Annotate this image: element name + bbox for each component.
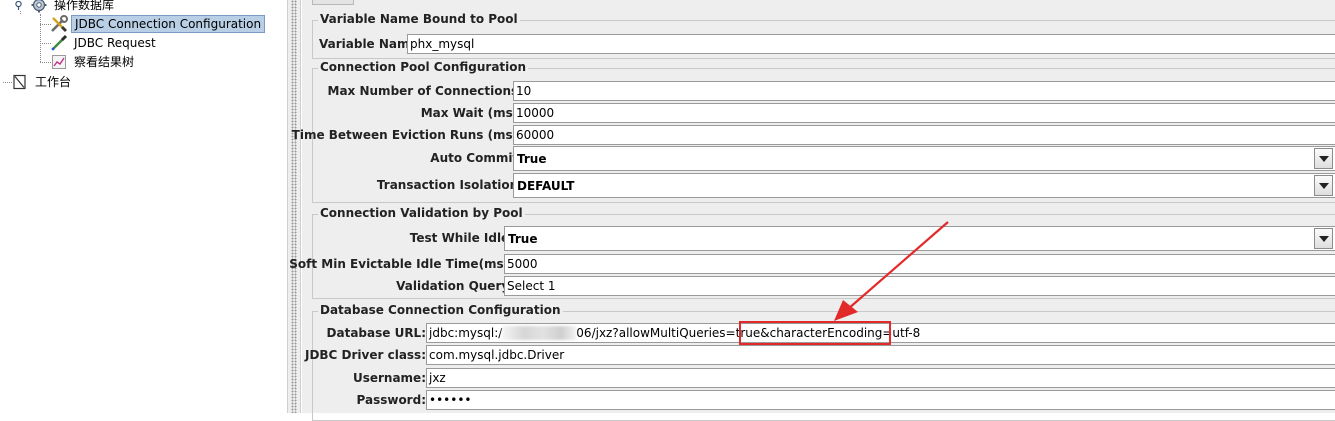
- section-title: Variable Name Bound to Pool: [318, 12, 520, 26]
- tree-item-view-results-tree[interactable]: 察看结果树: [50, 53, 137, 71]
- config-panel: Variable Name Bound to Pool Variable Nam…: [289, 0, 1335, 421]
- tree-item-label: 工作台: [35, 75, 72, 89]
- chevron-down-icon[interactable]: [1314, 175, 1333, 196]
- chart-icon: [50, 53, 68, 71]
- isolation-row: Transaction Isolation: DEFAULT: [313, 173, 1335, 198]
- pipette-icon: [50, 34, 68, 52]
- variable-name-field[interactable]: phx_mysql: [407, 34, 1335, 54]
- divider-grip: [291, 0, 297, 413]
- tree-item-label: 察看结果树: [74, 55, 135, 69]
- validation-section: Connection Validation by Pool Test While…: [289, 206, 1335, 299]
- test-idle-select[interactable]: True: [504, 226, 1335, 251]
- auto-commit-label: Auto Commit:: [430, 151, 523, 165]
- database-url-prefix: jdbc:mysql:/: [429, 326, 503, 340]
- variable-name-section: Variable Name Bound to Pool Variable Nam…: [312, 12, 1335, 59]
- split-pane-divider[interactable]: [287, 0, 301, 413]
- tree-item-jdbc-request[interactable]: JDBC Request: [50, 34, 159, 52]
- soft-min-row: Soft Min Evictable Idle Time(ms): 5000: [289, 254, 1335, 274]
- tree-connector: [20, 11, 21, 14]
- driver-class-field[interactable]: com.mysql.jdbc.Driver: [426, 345, 1335, 365]
- section-title: Connection Pool Configuration: [318, 60, 529, 74]
- password-field[interactable]: ••••••: [426, 390, 1335, 410]
- test-plan-tree: 操作数据库 JDBC Connection Configuration JDBC…: [0, 0, 287, 413]
- tree-connector: [40, 14, 41, 62]
- isolation-value: DEFAULT: [517, 179, 575, 193]
- database-url-middle: 06/jxz?allowMultiQueries=true: [576, 326, 761, 340]
- max-wait-field[interactable]: 10000: [513, 103, 1335, 123]
- auto-commit-select[interactable]: True: [513, 146, 1335, 171]
- eviction-label: Time Between Eviction Runs (ms):: [291, 128, 523, 142]
- test-idle-row: Test While Idle: True: [313, 226, 1335, 251]
- chevron-down-icon[interactable]: [1314, 148, 1333, 169]
- chevron-down-icon[interactable]: [1314, 228, 1333, 249]
- password-row: Password: ••••••: [313, 390, 1335, 410]
- max-connections-row: Max Number of Connections: 10: [313, 81, 1335, 101]
- password-label: Password:: [356, 393, 427, 407]
- auto-commit-row: Auto Commit: True: [313, 146, 1335, 171]
- name-field-edge: [312, 0, 354, 5]
- max-connections-label: Max Number of Connections:: [327, 84, 523, 98]
- username-row: Username: jxz: [313, 368, 1335, 388]
- username-label: Username:: [352, 371, 426, 385]
- tree-item-jdbc-connection-configuration[interactable]: JDBC Connection Configuration: [50, 15, 266, 33]
- username-field[interactable]: jxz: [426, 368, 1335, 388]
- variable-name-row: Variable Name: phx_mysql: [313, 34, 1335, 54]
- validation-query-row: Validation Query: Select 1: [313, 276, 1335, 296]
- highlight-box: [739, 321, 891, 345]
- isolation-label: Transaction Isolation:: [376, 178, 523, 192]
- auto-commit-value: True: [517, 152, 547, 166]
- max-connections-field[interactable]: 10: [513, 81, 1335, 101]
- tree-item-label: JDBC Connection Configuration: [71, 15, 266, 33]
- soft-min-label: Soft Min Evictable Idle Time(ms):: [289, 257, 514, 271]
- section-title: Database Connection Configuration: [318, 303, 563, 317]
- isolation-select[interactable]: DEFAULT: [513, 173, 1335, 198]
- tree-item-workbench[interactable]: 工作台: [11, 73, 74, 91]
- eviction-row: Time Between Eviction Runs (ms): 60000: [292, 125, 1335, 145]
- eviction-field[interactable]: 60000: [513, 125, 1335, 145]
- tree-item-label: 操作数据库: [54, 0, 115, 12]
- max-wait-label: Max Wait (ms):: [420, 106, 523, 120]
- max-wait-row: Max Wait (ms): 10000: [313, 103, 1335, 123]
- tree-item-label: JDBC Request: [74, 36, 156, 50]
- driver-class-row: JDBC Driver class: com.mysql.jdbc.Driver: [305, 345, 1335, 365]
- expand-handle-icon[interactable]: [14, 1, 23, 10]
- test-idle-label: Test While Idle:: [409, 231, 514, 245]
- validation-query-field[interactable]: Select 1: [504, 276, 1335, 296]
- driver-class-label: JDBC Driver class:: [304, 348, 426, 362]
- validation-query-label: Validation Query:: [396, 279, 514, 293]
- workbench-icon: [11, 73, 29, 91]
- connection-pool-section: Connection Pool Configuration Max Number…: [292, 60, 1335, 203]
- test-idle-value: True: [508, 232, 538, 246]
- tree-item-thread-group[interactable]: 操作数据库: [30, 0, 117, 14]
- gear-icon: [30, 0, 48, 14]
- wrench-screwdriver-icon: [50, 15, 68, 33]
- soft-min-field[interactable]: 5000: [504, 254, 1335, 274]
- database-url-label: Database URL:: [326, 326, 426, 340]
- redacted-host-blur: [502, 326, 577, 340]
- section-title: Connection Validation by Pool: [318, 206, 525, 220]
